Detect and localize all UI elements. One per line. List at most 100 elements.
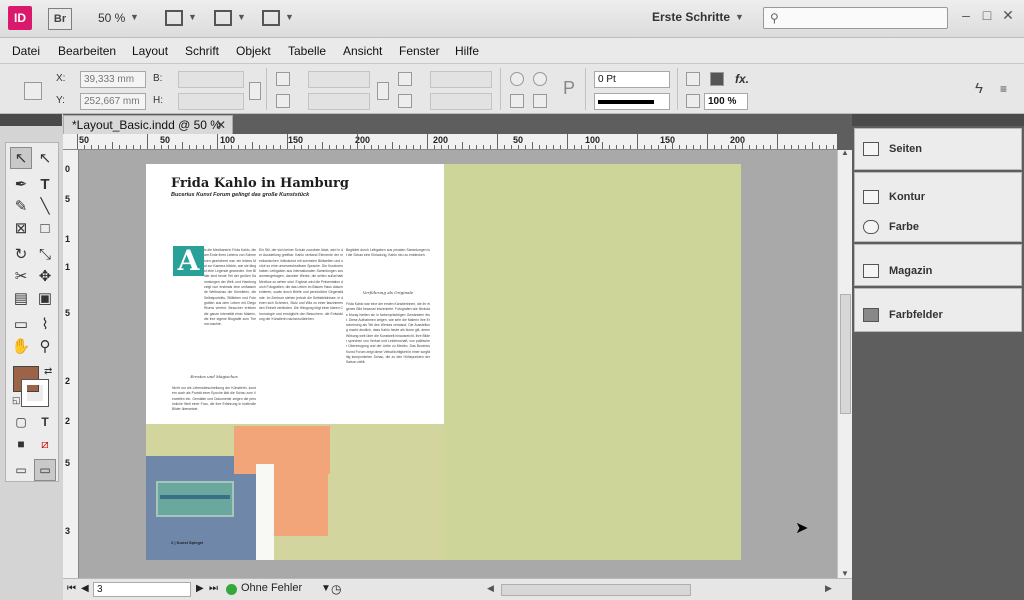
help-search-input[interactable]: ⚲ [763,7,948,29]
column-heading-3[interactable]: Verführung als Originale [346,290,430,295]
pasteboard[interactable]: Frida Kahlo in Hamburg Bucerius Kunst Fo… [79,150,837,578]
column-heading-1[interactable]: Ernstes und Magisches [172,374,256,379]
x-position-field[interactable]: 39,333 mm [80,71,146,88]
rectangle-tool[interactable]: □ [34,217,56,239]
chevron-down-icon[interactable]: ▼ [735,12,744,22]
type-tool[interactable]: T [34,173,56,195]
arrange-documents-icon[interactable] [262,10,280,26]
preview-mode-icon[interactable]: ▭ [34,459,56,481]
formatting-text-icon[interactable]: T [34,411,56,433]
menu-fenster[interactable]: Fenster [399,44,440,58]
page-number-field[interactable]: 3 [93,582,191,597]
vertical-ruler[interactable]: 0 5 1 1 5 2 2 5 3 [63,150,79,578]
stroke-weight-field[interactable]: 0 Pt [594,71,670,88]
chevron-down-icon[interactable]: ▼ [237,12,246,22]
scroll-right-icon[interactable]: ▶ [825,583,832,594]
scroll-up-icon[interactable]: ▲ [841,148,849,157]
flip-vertical-icon[interactable] [533,94,547,108]
menu-hilfe[interactable]: Hilfe [455,44,479,58]
line-tool[interactable]: ╲ [34,195,56,217]
constrain-proportions-icon[interactable] [249,82,261,100]
panel-magazine[interactable]: Magazin [863,261,932,281]
text-column-1a[interactable]: ls die Mexikanerin Frida Kahlo, die am E… [204,248,256,378]
horizontal-scroll-thumb[interactable] [501,584,691,596]
reference-point-icon[interactable] [24,82,42,100]
first-page-icon[interactable]: ⏮ [67,583,76,594]
shear-angle-select[interactable] [430,93,492,110]
open-page-icon[interactable]: ◷ [331,582,341,596]
y-position-field[interactable]: 252,667 mm [80,93,146,110]
height-field[interactable] [178,93,244,110]
toolbox-header[interactable] [0,114,62,126]
text-column-1b[interactable]: Nicht nur als Lebensbeschreibung der Kün… [172,386,256,424]
stroke-type-select[interactable] [594,93,670,110]
next-page-icon[interactable]: ▶ [196,583,204,594]
effects-icon[interactable]: fx. [735,72,749,86]
default-colors-icon[interactable]: ◱ [12,395,21,406]
chevron-down-icon[interactable]: ▼ [130,12,139,22]
panel-color[interactable]: Farbe [863,217,919,237]
menu-objekt[interactable]: Objekt [236,44,271,58]
normal-view-icon[interactable]: ▭ [10,459,32,481]
eyedropper-tool[interactable]: ⌇ [34,313,56,335]
menu-tabelle[interactable]: Tabelle [288,44,326,58]
panel-menu-icon[interactable]: ≡ [1000,82,1007,96]
swap-colors-icon[interactable]: ⇄ [44,366,52,377]
zoom-level-select[interactable]: 50 % [98,11,125,25]
minimize-icon[interactable]: – [957,6,975,24]
pencil-tool[interactable]: ✎ [10,195,32,217]
chevron-down-icon[interactable]: ▼ [321,583,331,594]
workspace-switcher[interactable]: Erste Schritte [652,10,730,24]
article-subtitle[interactable]: Bucerius Kunst Forum gelingt das große K… [171,192,309,198]
article-title[interactable]: Frida Kahlo in Hamburg [171,176,349,191]
scissors-tool[interactable]: ✂ [10,265,32,287]
rotate-angle-select[interactable] [430,71,492,88]
scale-x-select[interactable] [308,71,370,88]
document-tab[interactable]: *Layout_Basic.indd @ 50 % ✕ [63,115,233,134]
fit-content-icon[interactable] [686,72,700,86]
menu-bearbeiten[interactable]: Bearbeiten [58,44,116,58]
panel-swatches[interactable]: Farbfelder [863,305,943,325]
panel-stroke[interactable]: Kontur [863,187,925,207]
scale-tool[interactable]: ⤡ [34,243,56,265]
note-tool[interactable]: ▭ [10,313,32,335]
chevron-down-icon[interactable]: ▼ [285,12,294,22]
text-column-3a[interactable]: Begleitet durch Leihgaben aus privaten S… [346,248,430,288]
vertical-scroll-thumb[interactable] [840,294,851,414]
page-left[interactable]: Frida Kahlo in Hamburg Bucerius Kunst Fo… [146,164,444,560]
menu-schrift[interactable]: Schrift [185,44,219,58]
scroll-left-icon[interactable]: ◀ [487,583,494,594]
hand-tool[interactable]: ✋ [10,335,32,357]
gradient-feather-tool[interactable]: ▣ [34,287,56,309]
free-transform-tool[interactable]: ✥ [34,265,56,287]
scroll-down-icon[interactable]: ▼ [841,569,849,578]
vertical-scrollbar[interactable]: ▲ ▼ [837,148,852,578]
panel-pages[interactable]: Seiten [863,139,922,159]
image-orange-shape[interactable] [274,460,328,536]
opacity-field[interactable]: 100 % [704,93,748,110]
image-photo[interactable] [156,481,234,517]
drop-shadow-icon[interactable] [710,72,724,86]
zoom-tool[interactable]: ⚲ [34,335,56,357]
bridge-button[interactable]: Br [48,8,72,30]
maximize-icon[interactable]: □ [978,6,996,24]
constrain-scale-icon[interactable] [377,82,389,100]
direct-selection-tool[interactable]: ↖ [34,147,56,169]
view-options-icon[interactable] [165,10,183,26]
indesign-app-icon[interactable]: ID [8,6,32,30]
selection-tool[interactable]: ↖ [10,147,32,169]
apply-none-icon[interactable]: ⧄ [34,433,56,455]
text-column-2[interactable]: Ein Stil, der sich keiner Schule zuordne… [259,248,343,424]
menu-ansicht[interactable]: Ansicht [343,44,382,58]
formatting-container-icon[interactable]: ▢ [10,411,32,433]
rotate-cw-icon[interactable] [510,72,524,86]
page-right[interactable] [444,164,741,560]
panel-dock-header[interactable] [852,114,1024,126]
menu-datei[interactable]: Datei [12,44,40,58]
close-tab-icon[interactable]: ✕ [216,118,226,132]
pen-tool[interactable]: ✒ [10,173,32,195]
menu-layout[interactable]: Layout [132,44,168,58]
drop-cap[interactable]: A [173,246,204,276]
preflight-status[interactable]: Ohne Fehler [241,582,302,594]
width-field[interactable] [178,71,244,88]
